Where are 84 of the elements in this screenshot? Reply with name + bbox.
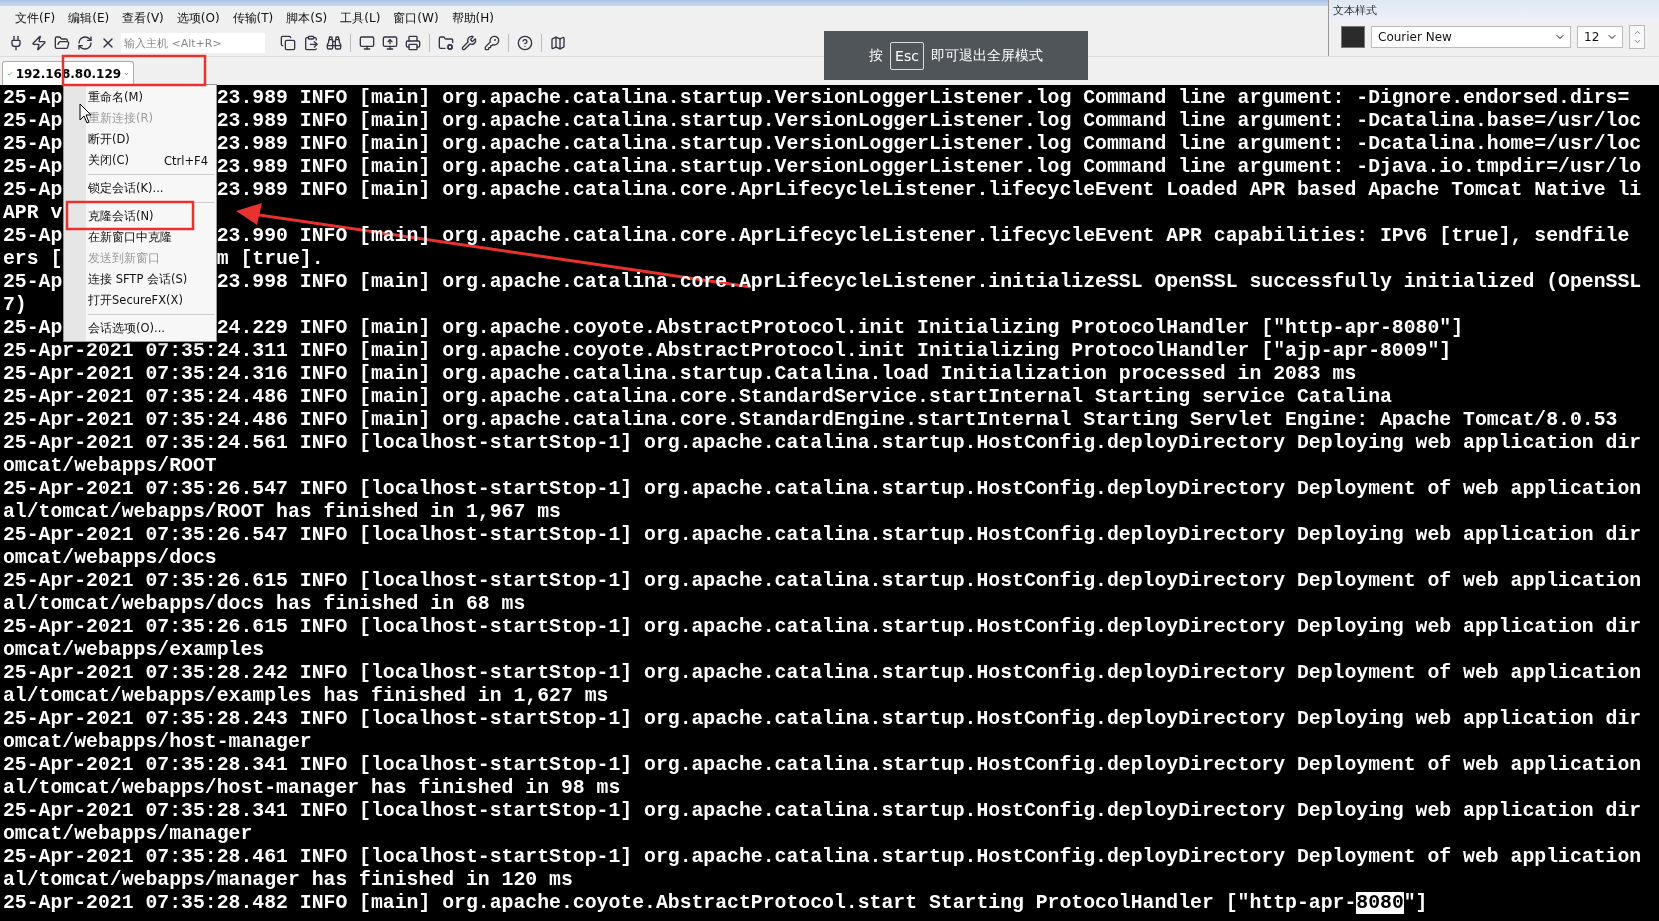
log-text: 25-Ap — [3, 87, 63, 109]
log-text: 25-Ap — [3, 156, 63, 178]
log-text: "] — [1403, 892, 1428, 914]
menu-item[interactable]: 打开SecureFX(X) — [64, 290, 216, 311]
log-line: 25-Apr-2021 07:35:28.461 INFO [localhost-startStop-1] org.apache.catalina.startup.HostConfig.deployDirectory Deployment of web application — [3, 846, 1642, 869]
menu-item[interactable]: 重命名(M) — [64, 87, 216, 108]
log-line: al/tomcat/webapps/host-manager has finished in 98 ms — [3, 777, 621, 800]
hint-text: 即可退出全屏模式 — [930, 46, 1043, 65]
log-text: 24.229 INFO [main] org.apache.coyote.AbstractProtocol.init Initializing ProtocolHandler ["http-apr-8080"] — [216, 317, 1464, 339]
menu-item[interactable]: 脚本(S) — [281, 7, 333, 29]
size-select[interactable]: 12 — [1577, 26, 1623, 48]
log-text: 25-Ap — [3, 179, 63, 201]
log-text: 23.989 INFO [main] org.apache.catalina.core.AprLifecycleListener.lifecycleEvent Loaded APR based Apache Tomcat Native li — [216, 179, 1642, 201]
monitor-icon[interactable] — [357, 33, 377, 53]
log-line: al/tomcat/webapps/examples has finished in 1,627 ms — [3, 685, 609, 708]
folder-icon[interactable] — [436, 33, 456, 53]
log-line: 25-Apr-2021 07:35:28.243 INFO [localhost-startStop-1] org.apache.catalina.startup.HostConfig.deployDirectory Deploying web application dir — [3, 708, 1642, 731]
key-icon[interactable] — [482, 33, 502, 53]
menu-item[interactable]: 传输(T) — [227, 7, 279, 29]
log-line: al/tomcat/webapps/docs has finished in 68 ms — [3, 593, 526, 616]
log-line: 25-Apr-2021 07:35:26.547 INFO [localhost-startStop-1] org.apache.catalina.startup.HostConfig.deployDirectory Deploying web application dir — [3, 524, 1642, 547]
log-line: omcat/webapps/docs — [3, 547, 217, 570]
menu-item[interactable]: 克隆会话(N) — [64, 206, 216, 227]
log-line: 25-Apr-2021 07:35:26.547 INFO [localhost-startStop-1] org.apache.catalina.startup.HostConfig.deployDirectory Deployment of web application — [3, 478, 1642, 501]
monitor-icon[interactable] — [380, 33, 400, 53]
refresh-icon[interactable] — [75, 33, 95, 53]
menu-item[interactable]: 断开(D) — [64, 129, 216, 150]
log-line: 25-Apr-2021 07:35:28.341 INFO [localhost-startStop-1] org.apache.catalina.startup.HostConfig.deployDirectory Deploying web application dir — [3, 800, 1642, 823]
shortcut-text: Ctrl+F4 — [163, 153, 208, 168]
binoculars-icon[interactable] — [324, 33, 344, 53]
menu-item[interactable]: 查看(V) — [117, 7, 169, 29]
hint-text: 按 — [869, 46, 884, 65]
menu-item[interactable]: 连接 SFTP 会话(S) — [64, 269, 216, 290]
font-select[interactable]: Courier New — [1371, 26, 1571, 48]
log-line: omcat/webapps/host-manager — [3, 731, 312, 754]
selected-text: 8080 — [1356, 892, 1404, 914]
log-line: al/tomcat/webapps/manager has finished in 120 ms — [3, 869, 573, 892]
log-line: 25-Apr-2021 07:35:26.615 INFO [localhost-startStop-1] org.apache.catalina.startup.HostConfig.deployDirectory Deployment of web application — [3, 570, 1642, 593]
log-text: 23.989 INFO [main] org.apache.catalina.startup.VersionLoggerListener.log Command line argument: -Dcatalina.base=/usr/loc — [216, 110, 1642, 132]
log-line: 25-Apr-2021 07:35:28.341 INFO [localhost-startStop-1] org.apache.catalina.startup.HostConfig.deployDirectory Deployment of web application — [3, 754, 1642, 777]
log-line: 25-Apr-2021 07:35:26.615 INFO [localhost-startStop-1] org.apache.catalina.startup.HostConfig.deployDirectory Deploying web application dir — [3, 616, 1642, 639]
log-line: 7) — [3, 294, 27, 317]
log-text: 25-Ap — [3, 317, 63, 339]
lightning-icon[interactable] — [29, 33, 49, 53]
log-line: 25-Apr-2021 07:35:28.242 INFO [localhost-startStop-1] org.apache.catalina.startup.HostConfig.deployDirectory Deployment of web application — [3, 662, 1642, 685]
menu-item[interactable]: 帮助(H) — [446, 7, 499, 29]
log-text: 23.989 INFO [main] org.apache.catalina.startup.VersionLoggerListener.log Command line argument: -Dignore.endorsed.dirs= — [216, 87, 1630, 109]
log-line: 25-Apr-2021 07:35:24.316 INFO [main] org.apache.catalina.startup.Catalina.load Initialization processed in 2083 ms — [3, 363, 1357, 386]
log-text: 23.989 INFO [main] org.apache.catalina.startup.VersionLoggerListener.log Command line argument: -Djava.io.tmpdir=/usr/lo — [216, 156, 1642, 178]
log-line: omcat/webapps/examples — [3, 639, 265, 662]
menu-item[interactable]: 会话选项(O)... — [64, 318, 216, 339]
spinner[interactable] — [1629, 25, 1645, 49]
menu-item[interactable]: 文件(F) — [10, 7, 61, 29]
log-line: omcat/webapps/ROOT — [3, 455, 217, 478]
log-text: 25-Ap — [3, 133, 63, 155]
log-text: 25-Apr-2021 07:35:28.482 INFO [main] org.apache.coyote.AbstractProtocol.start Starting ProtocolHandler ["http-apr- — [3, 892, 1357, 914]
printer-icon[interactable] — [403, 33, 423, 53]
menu-item[interactable]: 锁定会话(K)... — [64, 178, 216, 199]
log-line: omcat/webapps/manager — [3, 823, 253, 846]
menu-item[interactable]: 在新窗口中克隆 — [64, 227, 216, 248]
menu-item[interactable]: 编辑(E) — [63, 7, 115, 29]
log-line: 25-Apr-2021 07:35:24.311 INFO [main] org.apache.coyote.AbstractProtocol.init Initializing ProtocolHandler ["ajp-apr-8009"] — [3, 340, 1452, 363]
log-text: 25-Ap — [3, 225, 63, 247]
log-line: al/tomcat/webapps/ROOT has finished in 1,967 ms — [3, 501, 561, 524]
log-line: 25-Apr-2021 07:35:24.561 INFO [localhost-startStop-1] org.apache.catalina.startup.HostConfig.deployDirectory Deploying web application dir — [3, 432, 1642, 455]
host-field[interactable]: 输入主机 <Alt+R> — [121, 33, 265, 53]
copy-icon[interactable] — [278, 33, 298, 53]
menu-item[interactable]: 窗口(W) — [388, 7, 444, 29]
wrench-icon[interactable] — [459, 33, 479, 53]
menu-item[interactable]: 选项(O) — [171, 7, 225, 29]
color-swatch[interactable] — [1341, 26, 1365, 48]
log-text: APR v — [3, 202, 63, 224]
log-text: ers [ — [3, 248, 63, 270]
log-text: m [true]. — [216, 248, 324, 270]
log-text: 25-Ap — [3, 110, 63, 132]
log-text: 23.989 INFO [main] org.apache.catalina.startup.VersionLoggerListener.log Command line argument: -Dcatalina.home=/usr/loc — [216, 133, 1642, 155]
menu-item[interactable]: 工具(L) — [335, 7, 386, 29]
log-line: 25-Apr-2021 07:35:24.486 INFO [main] org.apache.catalina.core.StandardEngine.startInternal Starting Servlet Engine: Apache Tomcat/8.0.53 — [3, 409, 1618, 432]
help-icon[interactable] — [515, 33, 535, 53]
menu-item[interactable]: 关闭(C) — [88, 153, 129, 168]
key-cap: Esc — [890, 41, 924, 70]
panel-title: 文本样式 — [1329, 0, 1659, 22]
log-text: 25-Ap — [3, 271, 63, 293]
log-line: 25-Apr-2021 07:35:24.486 INFO [main] org.apache.catalina.core.StandardService.startInternal Starting service Catalina — [3, 386, 1392, 409]
